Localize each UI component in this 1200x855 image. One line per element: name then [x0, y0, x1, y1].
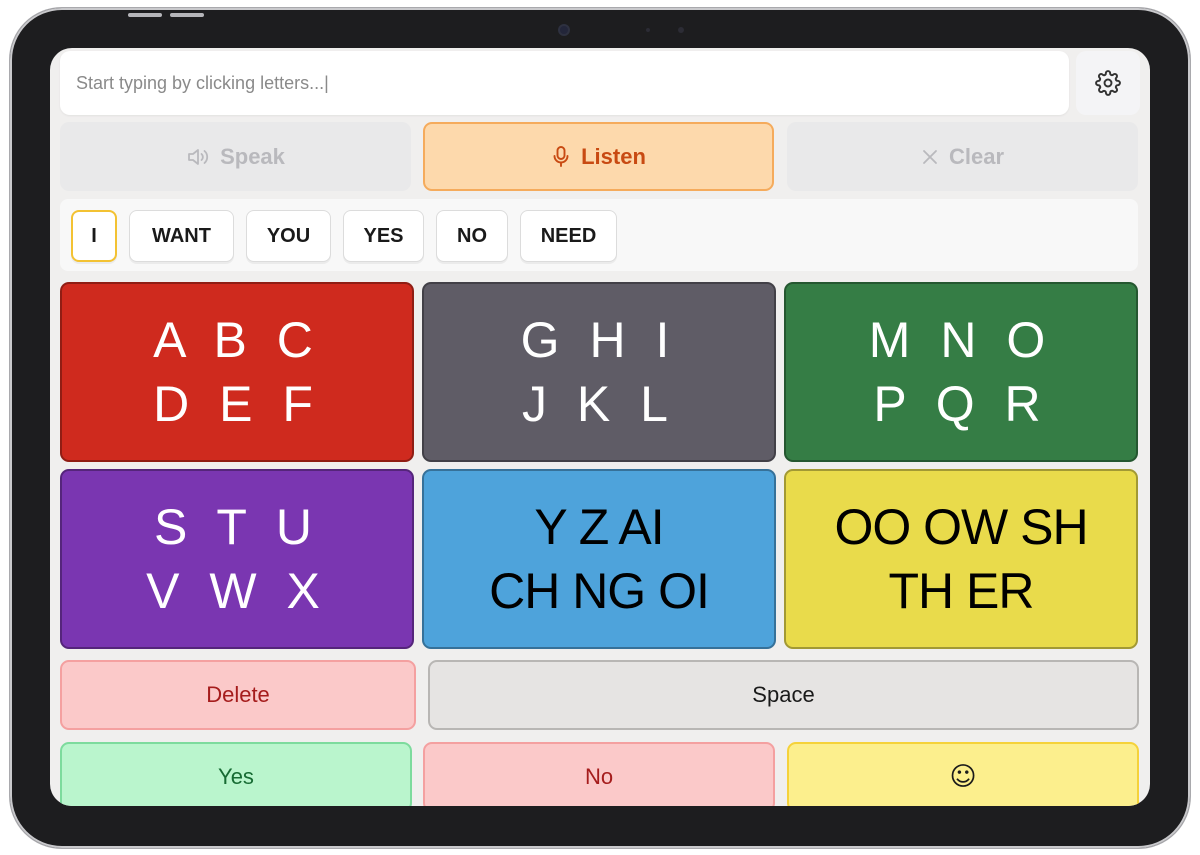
letter-group-line: CH NG OI — [489, 563, 710, 619]
letter-group-line: M N O — [868, 312, 1054, 368]
smiley-icon: ☺ — [949, 762, 977, 792]
text-input-bar[interactable] — [60, 51, 1069, 115]
quick-word-button[interactable]: NO — [436, 210, 508, 262]
letter-group-line: TH ER — [888, 563, 1035, 619]
delete-button[interactable]: Delete — [60, 660, 416, 730]
letter-group-line: G H I — [520, 312, 678, 368]
letter-group-line: V W X — [146, 563, 328, 619]
letter-group-button[interactable]: Y Z AI CH NG OI — [422, 469, 776, 649]
letter-group-button[interactable]: OO OW SH TH ER — [784, 469, 1138, 649]
gear-icon — [1095, 70, 1121, 96]
letter-group-line: A B C — [153, 312, 321, 368]
letter-group-line: Y Z AI — [534, 499, 664, 555]
quick-word-button[interactable]: I — [71, 210, 117, 262]
quick-word-button[interactable]: YES — [343, 210, 424, 262]
app-screen: Speak Listen Clear I WANT YOU YES NO NEE… — [50, 48, 1150, 806]
speak-button[interactable]: Speak — [60, 122, 411, 191]
top-button — [170, 13, 204, 17]
listen-label: Listen — [581, 143, 646, 169]
quick-word-button[interactable]: NEED — [520, 210, 617, 262]
quick-word-button[interactable]: YOU — [246, 210, 331, 262]
letter-group-line: D E F — [153, 376, 321, 432]
no-button[interactable]: No — [423, 742, 775, 806]
clear-button[interactable]: Clear — [787, 122, 1138, 191]
quick-words-bar: I WANT YOU YES NO NEED — [60, 199, 1138, 271]
close-icon — [923, 149, 937, 164]
message-input[interactable] — [76, 72, 1069, 94]
speaker-icon — [188, 148, 209, 165]
letter-group-line: OO OW SH — [834, 499, 1088, 555]
letter-group-button[interactable]: M N O P Q R — [784, 282, 1138, 462]
settings-button[interactable] — [1076, 51, 1140, 115]
letter-group-line: S T U — [154, 499, 320, 555]
letter-group-button[interactable]: S T U V W X — [60, 469, 414, 649]
clear-label: Clear — [948, 143, 1005, 169]
letter-group-button[interactable]: A B C D E F — [60, 282, 414, 462]
camera-icon — [560, 26, 568, 34]
sensor-dot — [678, 27, 684, 33]
listen-button[interactable]: Listen — [423, 122, 774, 191]
speak-label: Speak — [220, 143, 285, 169]
yes-button[interactable]: Yes — [60, 742, 412, 806]
microphone-icon — [553, 145, 569, 167]
sensor-dot — [646, 28, 650, 32]
quick-word-button[interactable]: WANT — [129, 210, 234, 262]
letter-group-line: P Q R — [873, 376, 1049, 432]
emoji-button[interactable]: ☺ — [787, 742, 1139, 806]
space-button[interactable]: Space — [428, 660, 1139, 730]
top-button — [128, 13, 162, 17]
camera-bar — [508, 22, 692, 38]
letter-group-line: J K L — [522, 376, 676, 432]
letter-group-button[interactable]: G H I J K L — [422, 282, 776, 462]
